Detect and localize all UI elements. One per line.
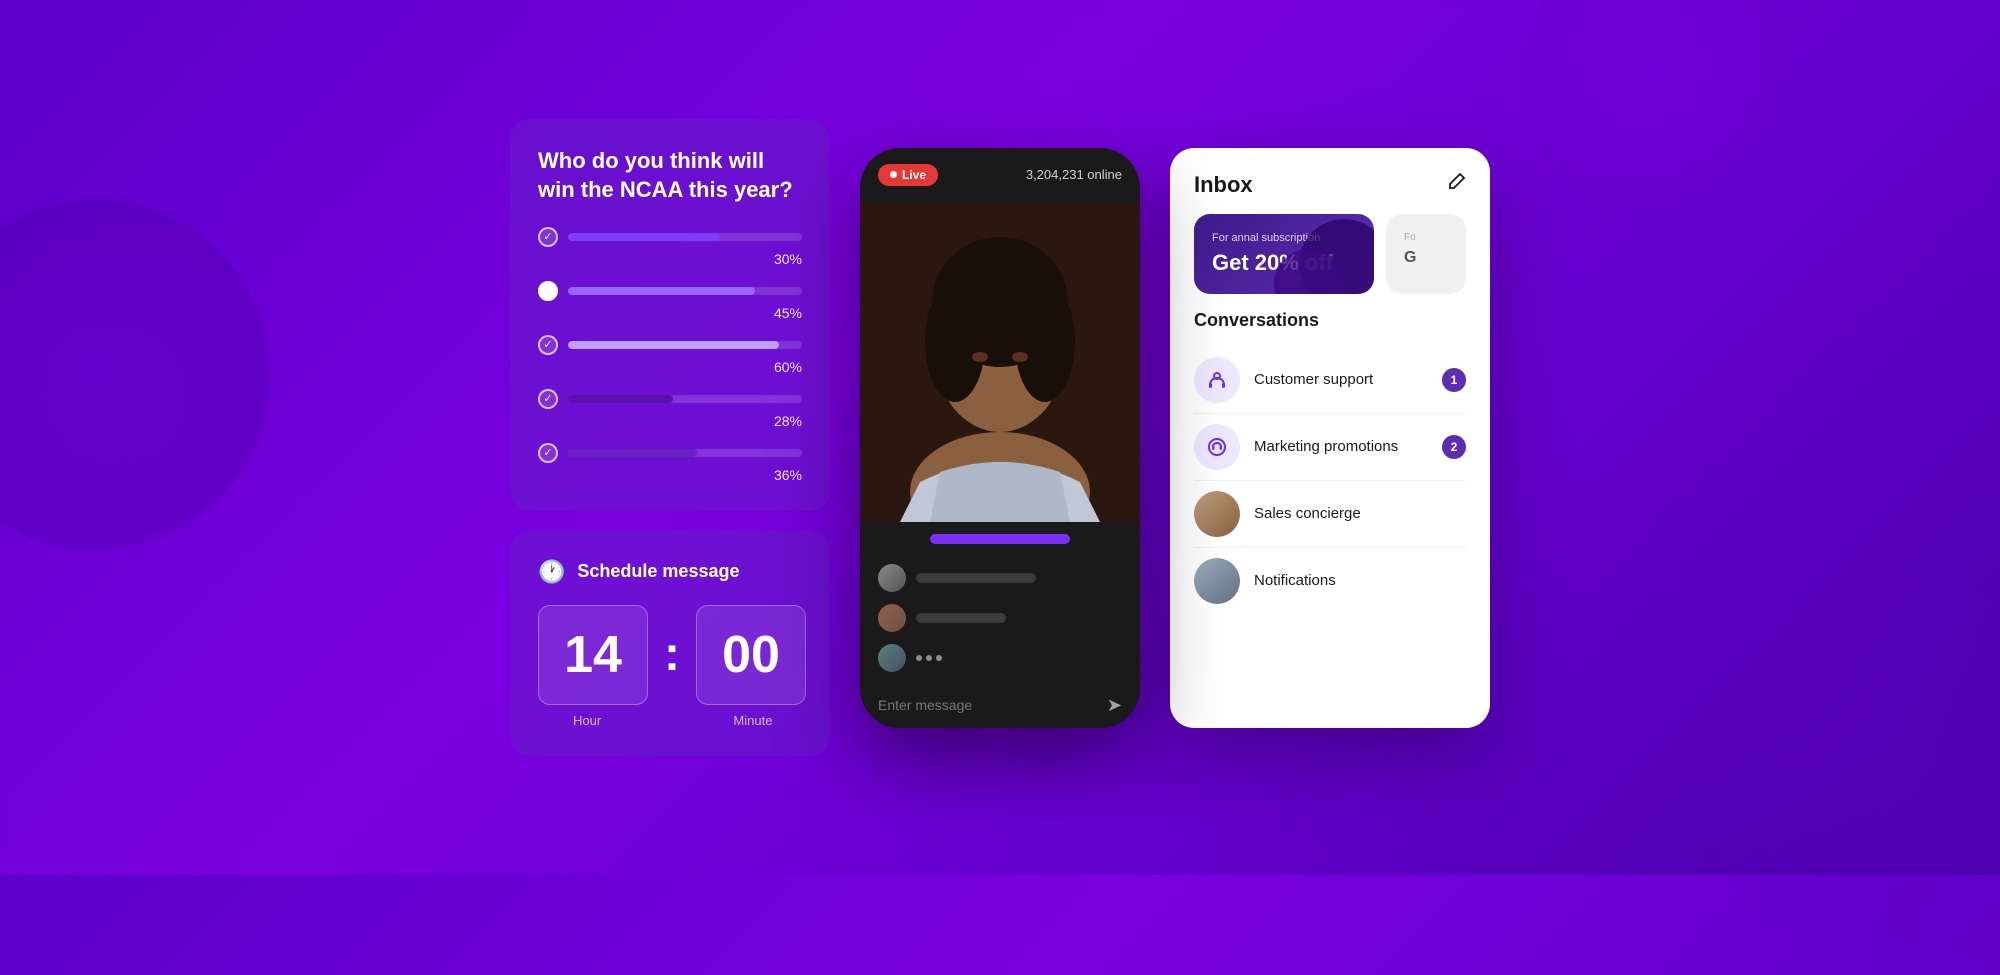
chat-avatar-1 (878, 564, 906, 592)
chat-dots (916, 655, 942, 661)
conv-name-notifications: Notifications (1254, 572, 1466, 589)
minute-label: Minute (704, 713, 802, 728)
phone-input-placeholder[interactable]: Enter message (878, 697, 972, 713)
poll-option-3[interactable]: ✓ 60% (538, 335, 802, 375)
conv-name-support: Customer support (1254, 371, 1428, 388)
chat-msg-1 (878, 564, 1122, 592)
phone: Live 3,204,231 online (860, 148, 1140, 728)
chat-bubble-1 (916, 573, 1036, 583)
chat-messages (860, 556, 1140, 680)
chat-dot-1 (916, 655, 922, 661)
left-panel: Who do you think will win the NCAA this … (510, 119, 830, 755)
online-count: 3,204,231 online (1026, 167, 1122, 182)
poll-check-5: ✓ (538, 443, 558, 463)
conv-avatar-notifications (1194, 558, 1240, 604)
send-pill[interactable] (930, 534, 1070, 544)
conversation-item-sales[interactable]: Sales concierge (1194, 481, 1466, 548)
conv-badge-marketing: 2 (1442, 435, 1466, 459)
notifications-avatar-image (1194, 558, 1240, 604)
send-arrow-icon[interactable]: ➤ (1107, 695, 1122, 716)
poll-bar-4 (568, 395, 673, 403)
poll-bar-container-5 (568, 449, 802, 457)
poll-percent-1: 30% (538, 251, 802, 267)
chat-msg-3 (878, 644, 1122, 672)
inbox-header: Inbox (1170, 148, 1490, 214)
poll-bar-container-3 (568, 341, 802, 349)
chat-bubble-2 (916, 613, 1006, 623)
edit-icon[interactable] (1446, 172, 1466, 197)
phone-container: Live 3,204,231 online (860, 148, 1140, 728)
poll-question: Who do you think will win the NCAA this … (538, 147, 802, 204)
phone-top-bar: Live 3,204,231 online (860, 148, 1140, 202)
minute-value: 00 (722, 625, 780, 685)
conversation-item-support[interactable]: Customer support 1 (1194, 347, 1466, 414)
inbox-panel: Inbox For annal subscription Get 20% off… (1170, 148, 1490, 728)
poll-check-4: ✓ (538, 389, 558, 409)
poll-card: Who do you think will win the NCAA this … (510, 119, 830, 510)
poll-option-5[interactable]: ✓ 36% (538, 443, 802, 483)
poll-bar-1 (568, 233, 720, 241)
poll-check-2 (538, 281, 558, 301)
poll-bar-3 (568, 341, 779, 349)
schedule-header: 🕐 Schedule message (538, 559, 802, 585)
conversations-title: Conversations (1194, 310, 1466, 331)
clock-icon: 🕐 (538, 559, 565, 585)
poll-option-4[interactable]: ✓ 28% (538, 389, 802, 429)
poll-bar-2 (568, 287, 755, 295)
time-label-sep (652, 713, 688, 728)
chat-avatar-3 (878, 644, 906, 672)
phone-video (860, 202, 1140, 522)
poll-percent-5: 36% (538, 467, 802, 483)
person-silhouette (860, 202, 1140, 522)
phone-input-bar: Enter message ➤ (860, 683, 1140, 728)
chat-avatar-2 (878, 604, 906, 632)
poll-options: ✓ 30% 45% (538, 227, 802, 483)
poll-check-3: ✓ (538, 335, 558, 355)
poll-option-1[interactable]: ✓ 30% (538, 227, 802, 267)
time-labels: Hour Minute (538, 713, 802, 728)
minute-box[interactable]: 00 (696, 605, 806, 705)
promo-card-main[interactable]: For annal subscription Get 20% off (1194, 214, 1374, 294)
schedule-card: 🕐 Schedule message 14 : 00 Hour (510, 531, 830, 756)
chat-dot-2 (926, 655, 932, 661)
poll-bar-5 (568, 449, 697, 457)
partial-card-label: Fo (1404, 232, 1448, 243)
partial-card-text: G (1404, 249, 1448, 267)
sales-avatar-image (1194, 491, 1240, 537)
poll-percent-3: 60% (538, 359, 802, 375)
inbox-promo-scroll: For annal subscription Get 20% off Fo G (1170, 214, 1490, 310)
time-display: 14 : 00 (538, 605, 802, 705)
hour-label: Hour (538, 713, 636, 728)
chat-dot-3 (936, 655, 942, 661)
hour-box[interactable]: 14 (538, 605, 648, 705)
conv-avatar-sales (1194, 491, 1240, 537)
live-label: Live (902, 168, 926, 182)
poll-bar-container-4 (568, 395, 802, 403)
conv-badge-support: 1 (1442, 368, 1466, 392)
time-separator: : (664, 627, 680, 682)
conv-avatar-support (1194, 357, 1240, 403)
live-badge: Live (878, 164, 938, 186)
live-dot (890, 171, 897, 178)
poll-check-1: ✓ (538, 227, 558, 247)
promo-card-partial[interactable]: Fo G (1386, 214, 1466, 294)
chat-msg-2 (878, 604, 1122, 632)
conversation-item-marketing[interactable]: Marketing promotions 2 (1194, 414, 1466, 481)
inbox-title: Inbox (1194, 172, 1253, 198)
poll-percent-2: 45% (538, 305, 802, 321)
schedule-title: Schedule message (577, 561, 739, 582)
send-button-bar (860, 522, 1140, 556)
conv-name-sales: Sales concierge (1254, 505, 1466, 522)
main-container: Who do you think will win the NCAA this … (0, 0, 2000, 875)
poll-bar-container-2 (568, 287, 802, 295)
conv-name-marketing: Marketing promotions (1254, 438, 1428, 455)
hour-value: 14 (564, 625, 622, 685)
conversations-section: Conversations Customer support 1 (1170, 310, 1490, 728)
conv-avatar-marketing (1194, 424, 1240, 470)
poll-percent-4: 28% (538, 413, 802, 429)
poll-option-2[interactable]: 45% (538, 281, 802, 321)
poll-bar-container-1 (568, 233, 802, 241)
conversation-item-notifications[interactable]: Notifications (1194, 548, 1466, 614)
